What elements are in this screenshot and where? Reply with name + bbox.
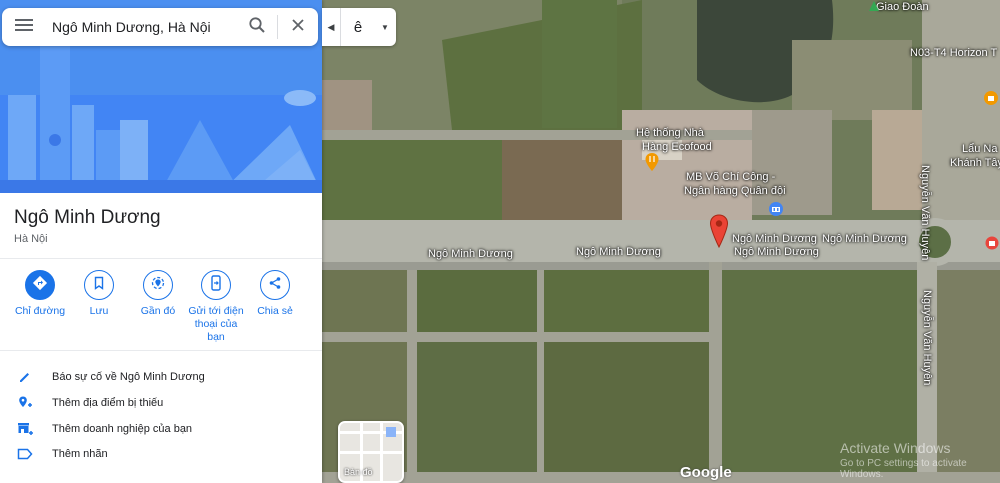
map-label-street[interactable]: Ngô Minh Dương	[576, 245, 661, 259]
cafe-icon	[983, 91, 999, 110]
language-select[interactable]: ê	[341, 19, 375, 36]
map-label-restaurant-line1[interactable]: Hệ thống Nhà	[636, 126, 704, 140]
add-missing-place-label: Thêm địa điểm bị thiếu	[52, 397, 164, 409]
restaurant-icon	[644, 153, 660, 176]
park-marker[interactable]	[868, 0, 880, 18]
add-label-label: Thêm nhãn	[52, 448, 108, 460]
share-button[interactable]: Chia sẻ	[245, 270, 305, 318]
search-input[interactable]: Ngô Minh Dương, Hà Nội	[46, 19, 237, 35]
bookmark-icon	[92, 276, 106, 295]
place-title: Ngô Minh Dương	[14, 207, 161, 228]
shop-icon	[985, 236, 999, 254]
add-business-link[interactable]: Thêm doanh nghiệp của bạn	[14, 419, 192, 439]
map-label-nguyen-van-huyen[interactable]: Nguyễn Văn Huyên	[920, 290, 934, 385]
send-to-phone-icon	[209, 274, 223, 296]
map-layer-toggle[interactable]: Bản đồ	[338, 421, 404, 483]
map-label-street[interactable]: Ngô Minh Dương	[428, 247, 513, 261]
map-label-street[interactable]: Ngô Minh Dương	[822, 232, 907, 246]
poi-marker[interactable]	[985, 236, 999, 255]
satellite-map[interactable]: Giao Đoàn N03-T4 Horizon T Hệ thống Nhà …	[322, 0, 1000, 483]
map-label-bank-line2[interactable]: Ngân hàng Quân đội	[684, 184, 786, 198]
search-box: Ngô Minh Dương, Hà Nội	[2, 8, 318, 46]
save-label: Lưu	[89, 305, 109, 317]
directions-button[interactable]: Chỉ đường	[10, 270, 70, 318]
collapse-arrow-icon[interactable]: ◀	[322, 8, 341, 46]
divider	[0, 258, 322, 259]
add-business-label: Thêm doanh nghiệp của bạn	[52, 423, 193, 435]
send-to-phone-label: Gửi tới điện thoại của bạn	[188, 305, 244, 344]
share-icon	[268, 276, 282, 295]
directions-label: Chỉ đường	[14, 305, 66, 317]
add-missing-place-link[interactable]: Thêm địa điểm bị thiếu	[14, 393, 163, 413]
bank-marker[interactable]	[768, 201, 784, 222]
pencil-icon	[14, 367, 36, 387]
report-issue-label: Báo sự cố về Ngô Minh Dương	[52, 371, 205, 383]
share-label: Chia sẻ	[257, 305, 293, 317]
save-button[interactable]: Lưu	[69, 270, 129, 318]
map-pin-icon	[709, 214, 729, 252]
nearby-icon	[150, 275, 166, 296]
collapse-panel-tab[interactable]: ◀ ê ▼	[322, 8, 396, 46]
map-label-lau-na[interactable]: Lẩu Na	[962, 142, 997, 156]
activate-windows-subtext: Go to PC settings to activate Windows.	[840, 458, 967, 480]
location-pin[interactable]	[709, 214, 729, 253]
minimap-label: Bản đồ	[344, 467, 373, 477]
search-button[interactable]	[237, 8, 277, 46]
close-icon	[291, 18, 305, 37]
add-place-icon	[14, 393, 36, 413]
poi-marker[interactable]	[983, 90, 999, 111]
map-label-street[interactable]: Ngô Minh Dương	[732, 232, 817, 246]
divider	[0, 350, 322, 351]
clear-search-button[interactable]	[278, 8, 318, 46]
map-label-n03[interactable]: N03-T4 Horizon T	[910, 46, 997, 60]
report-issue-link[interactable]: Báo sự cố về Ngô Minh Dương	[14, 367, 205, 387]
map-label-khanh-tay[interactable]: Khánh Tây	[950, 156, 1000, 170]
label-icon	[14, 444, 36, 464]
bank-icon	[768, 202, 784, 221]
restaurant-marker[interactable]	[644, 152, 660, 177]
menu-button[interactable]	[2, 8, 46, 46]
map-label-nguyen-van-huyen[interactable]: Nguyễn Văn Huyên	[918, 165, 932, 260]
map-label-giao-doan[interactable]: Giao Đoàn	[876, 0, 929, 14]
search-icon	[248, 16, 266, 39]
send-to-phone-button[interactable]: Gửi tới điện thoại của bạn	[186, 270, 246, 344]
place-subtitle: Hà Nội	[14, 233, 48, 245]
nearby-button[interactable]: Gần đó	[128, 270, 188, 318]
chevron-down-icon[interactable]: ▼	[375, 23, 395, 32]
google-logo: Google	[680, 464, 732, 481]
directions-icon	[32, 275, 48, 296]
hamburger-icon	[15, 18, 33, 37]
tree-icon	[868, 0, 880, 17]
add-business-icon	[14, 419, 36, 439]
add-label-link[interactable]: Thêm nhãn	[14, 444, 108, 464]
activate-windows-watermark: Activate Windows	[840, 440, 951, 456]
place-panel: Ngô Minh Dương Hà Nội Chỉ đường Lưu Gần …	[0, 0, 322, 483]
nearby-label: Gần đó	[140, 305, 176, 317]
map-label-bank-line1[interactable]: MB Võ Chí Công -	[686, 170, 775, 184]
map-label-street[interactable]: Ngô Minh Dương	[734, 245, 819, 259]
